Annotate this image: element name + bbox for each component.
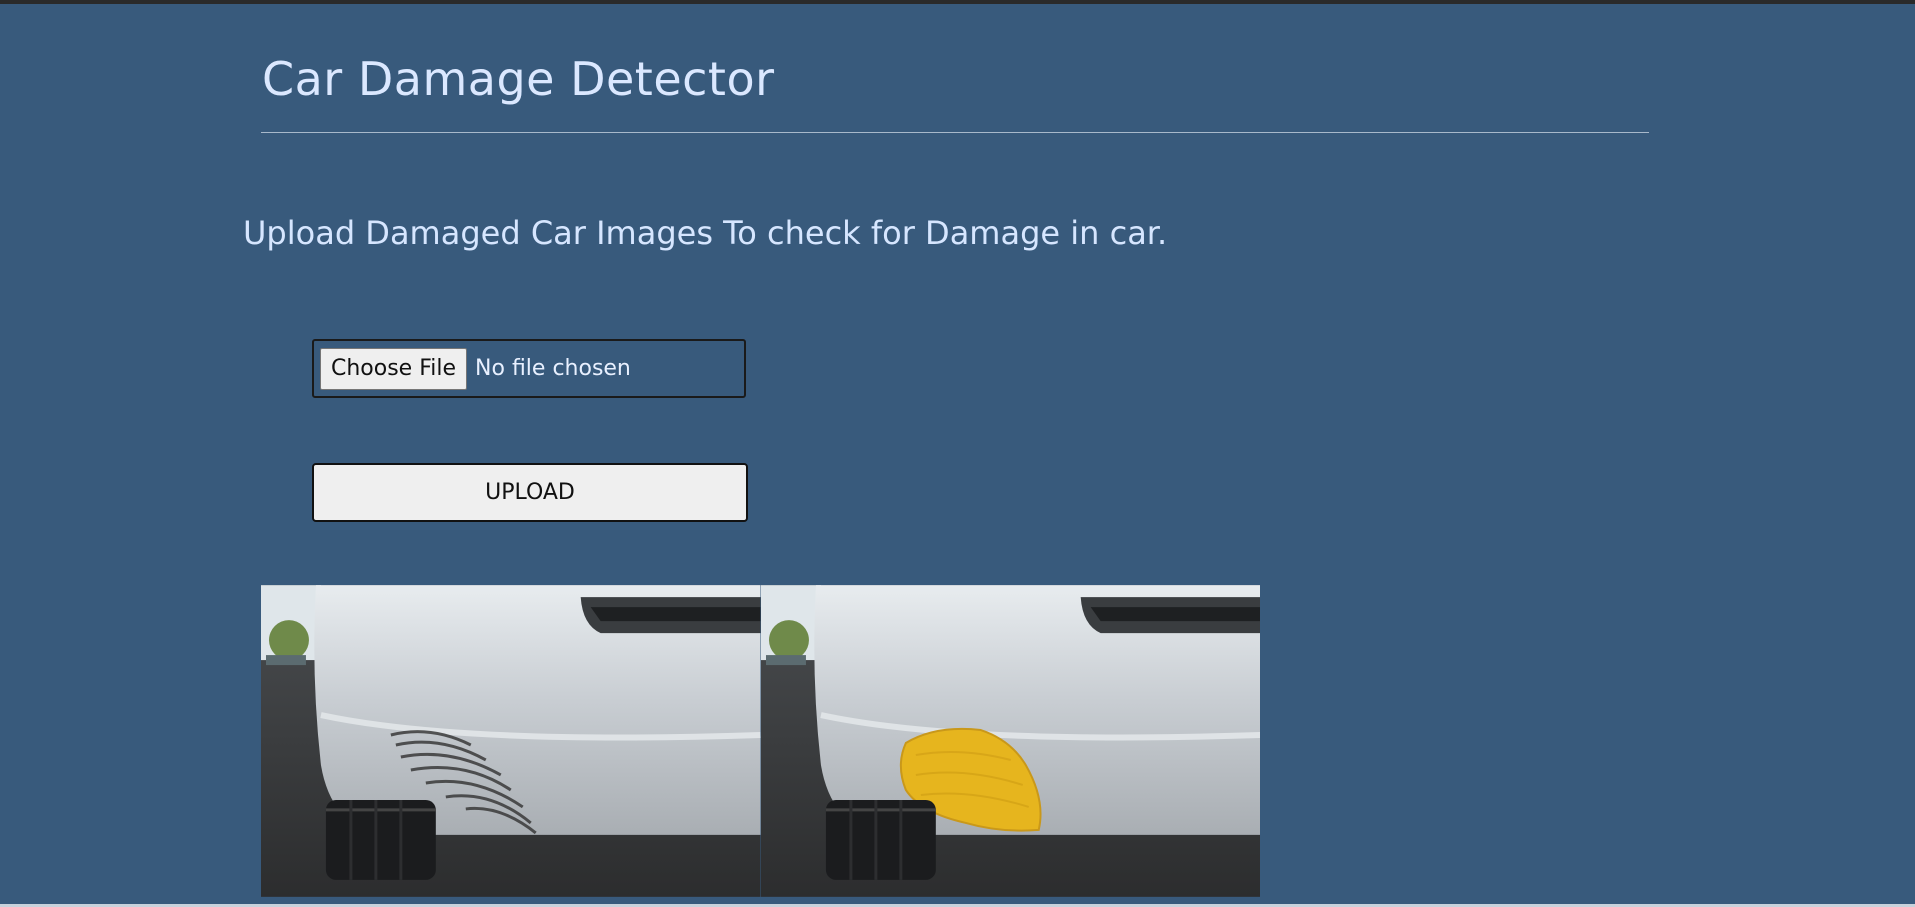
upload-button[interactable]: UPLOAD <box>312 463 748 522</box>
title-divider <box>261 132 1649 133</box>
result-images <box>261 585 1260 897</box>
damage-highlighted-car-image <box>760 585 1260 897</box>
page-title: Car Damage Detector <box>262 52 775 106</box>
file-input[interactable]: Choose File No file chosen <box>312 339 746 398</box>
file-status-text: No file chosen <box>475 356 631 381</box>
choose-file-button[interactable]: Choose File <box>320 347 468 390</box>
window-top-strip <box>0 0 1915 4</box>
original-car-image <box>261 585 761 897</box>
intro-text: Upload Damaged Car Images To check for D… <box>243 214 1168 252</box>
